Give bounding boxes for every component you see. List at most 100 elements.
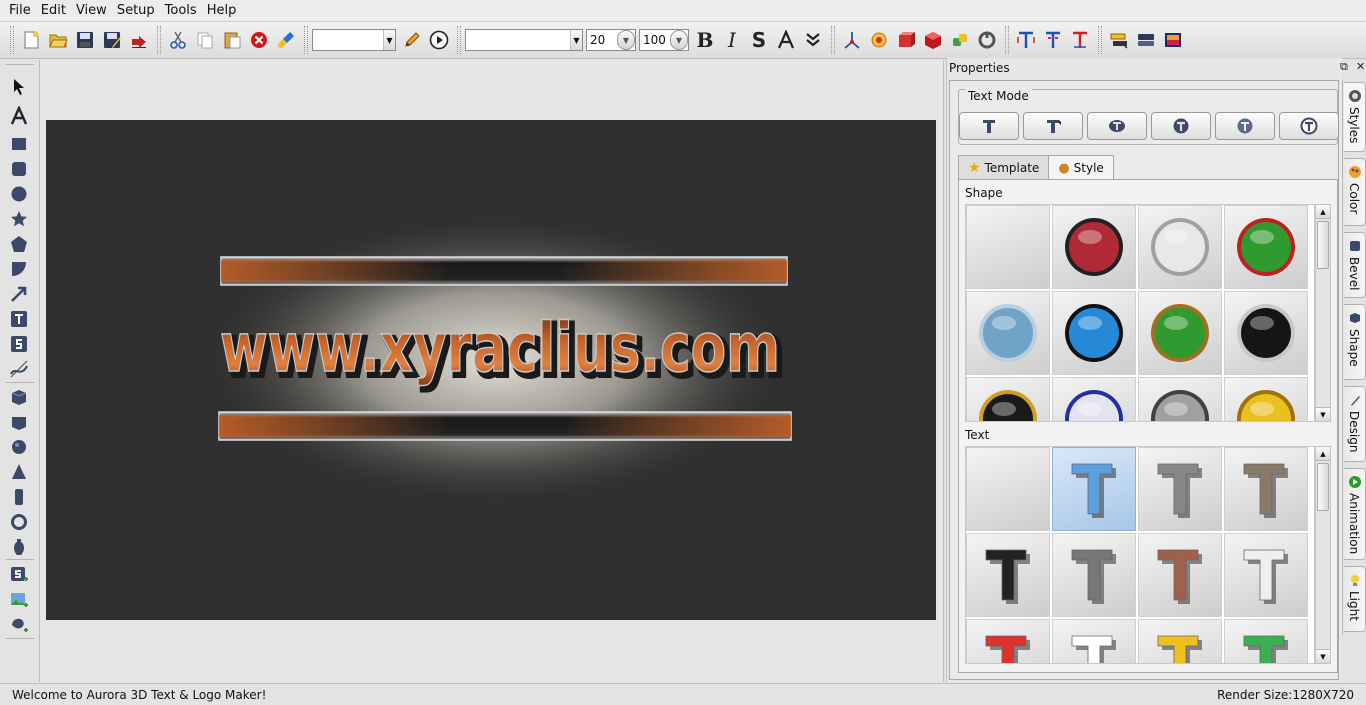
text-box-tool[interactable]: [8, 308, 30, 330]
object-select[interactable]: ▼: [312, 29, 396, 51]
side-tab-styles[interactable]: Styles: [1344, 82, 1366, 152]
shape-style-swatch[interactable]: [1138, 291, 1222, 375]
rectangle-tool[interactable]: [8, 133, 30, 155]
stepper-arrows-icon[interactable]: ▼: [617, 30, 635, 50]
side-tab-color[interactable]: Color: [1344, 158, 1366, 226]
text-style-swatch[interactable]: [1224, 619, 1308, 663]
scroll-up-icon[interactable]: ▲: [1316, 205, 1330, 219]
close-icon[interactable]: ✕: [1356, 60, 1365, 73]
scroll-thumb[interactable]: [1317, 221, 1329, 269]
reset-button[interactable]: [974, 26, 1000, 54]
tab-style[interactable]: ● Style: [1048, 155, 1114, 180]
side-tab-animation[interactable]: Animation: [1344, 468, 1366, 560]
circle-tool[interactable]: [8, 183, 30, 205]
cylinder-tool[interactable]: [8, 411, 30, 433]
zoom-stepper[interactable]: 100 ▼: [639, 29, 689, 51]
scroll-thumb[interactable]: [1317, 463, 1329, 511]
more-button[interactable]: [800, 26, 826, 54]
shape-gallery-scrollbar[interactable]: ▲ ▼: [1315, 204, 1331, 422]
text-style-swatch[interactable]: [1224, 447, 1308, 531]
text-mode-flat-button[interactable]: [959, 112, 1019, 140]
paste-button[interactable]: [219, 26, 245, 54]
layer-button[interactable]: [1106, 26, 1132, 54]
box-tool[interactable]: [8, 386, 30, 408]
text-offset-button[interactable]: [1067, 26, 1093, 54]
text-style-swatch[interactable]: [1138, 619, 1222, 663]
bold-button[interactable]: B: [692, 26, 718, 54]
text-mode-disc-button[interactable]: [1215, 112, 1275, 140]
text-style-swatch[interactable]: [966, 619, 1050, 663]
clear-button[interactable]: [273, 26, 299, 54]
shape-style-swatch[interactable]: [966, 205, 1050, 289]
align-axis-button[interactable]: [839, 26, 865, 54]
import-image-tool[interactable]: [8, 589, 30, 611]
stepper-arrows-icon[interactable]: ▼: [670, 30, 688, 50]
sphere-tool[interactable]: [8, 436, 30, 458]
vase-tool[interactable]: [8, 536, 30, 558]
text-mode-bevel-button[interactable]: [1023, 112, 1083, 140]
strike-button[interactable]: S: [746, 26, 772, 54]
text-mode-round-button[interactable]: [1087, 112, 1147, 140]
menu-setup[interactable]: Setup: [112, 1, 160, 21]
symbol-tool[interactable]: [8, 333, 30, 355]
background-button[interactable]: [1133, 26, 1159, 54]
image-button[interactable]: [1160, 26, 1186, 54]
rotate-y-button[interactable]: [893, 26, 919, 54]
scroll-down-icon[interactable]: ▼: [1316, 649, 1330, 663]
text-style-swatch[interactable]: [1052, 447, 1136, 531]
text-style-swatch[interactable]: [1224, 533, 1308, 617]
delete-button[interactable]: [246, 26, 272, 54]
side-tab-light[interactable]: Light: [1344, 566, 1366, 632]
shape-style-swatch[interactable]: [1052, 205, 1136, 289]
shape-style-swatch[interactable]: [966, 377, 1050, 421]
shape-style-swatch[interactable]: [1138, 377, 1222, 421]
shape-style-swatch[interactable]: [1224, 291, 1308, 375]
cut-button[interactable]: [165, 26, 191, 54]
column-tool[interactable]: [8, 486, 30, 508]
menu-edit[interactable]: Edit: [36, 1, 71, 21]
text-tool[interactable]: [8, 105, 30, 127]
star-tool[interactable]: [8, 208, 30, 230]
text-style-swatch[interactable]: [966, 447, 1050, 531]
torus-tool[interactable]: [8, 511, 30, 533]
text-style-swatch[interactable]: [1052, 533, 1136, 617]
shape-tool[interactable]: [8, 258, 30, 280]
link-button[interactable]: [947, 26, 973, 54]
text-style-swatch[interactable]: [1138, 447, 1222, 531]
copy-button[interactable]: [192, 26, 218, 54]
menu-help[interactable]: Help: [202, 1, 242, 21]
text-mode-ring-button[interactable]: [1151, 112, 1211, 140]
import-symbol-tool[interactable]: [8, 564, 30, 586]
italic-button[interactable]: I: [719, 26, 745, 54]
float-panel-button[interactable]: ⧉: [1340, 60, 1348, 74]
text-style-swatch[interactable]: [966, 533, 1050, 617]
design-canvas[interactable]: www.xyraclius.com www.xyraclius.com: [46, 120, 936, 620]
menu-view[interactable]: View: [71, 1, 112, 21]
font-select[interactable]: ▼: [465, 29, 583, 51]
text-spacing-button[interactable]: [1013, 26, 1039, 54]
side-tab-shape[interactable]: Shape: [1344, 304, 1366, 380]
rounded-rect-tool[interactable]: [8, 158, 30, 180]
scroll-up-icon[interactable]: ▲: [1316, 447, 1330, 461]
path-tool[interactable]: [8, 358, 30, 380]
save-as-button[interactable]: [99, 26, 125, 54]
outline-text-button[interactable]: [773, 26, 799, 54]
pentagon-tool[interactable]: [8, 233, 30, 255]
shape-style-swatch[interactable]: [966, 291, 1050, 375]
save-button[interactable]: [72, 26, 98, 54]
cone-tool[interactable]: [8, 461, 30, 483]
rotate-x-button[interactable]: [866, 26, 892, 54]
scroll-down-icon[interactable]: ▼: [1316, 407, 1330, 421]
edit-text-button[interactable]: [399, 26, 425, 54]
side-tab-design[interactable]: Design: [1344, 386, 1366, 462]
shape-style-swatch[interactable]: [1224, 205, 1308, 289]
rotate-z-button[interactable]: [920, 26, 946, 54]
arrow-tool[interactable]: [8, 283, 30, 305]
text-height-button[interactable]: [1040, 26, 1066, 54]
text-gallery-scrollbar[interactable]: ▲ ▼: [1315, 446, 1331, 664]
shape-style-swatch[interactable]: [1138, 205, 1222, 289]
menu-tools[interactable]: Tools: [160, 1, 202, 21]
import-svg-tool[interactable]: [8, 614, 30, 636]
open-button[interactable]: [45, 26, 71, 54]
export-button[interactable]: [126, 26, 152, 54]
